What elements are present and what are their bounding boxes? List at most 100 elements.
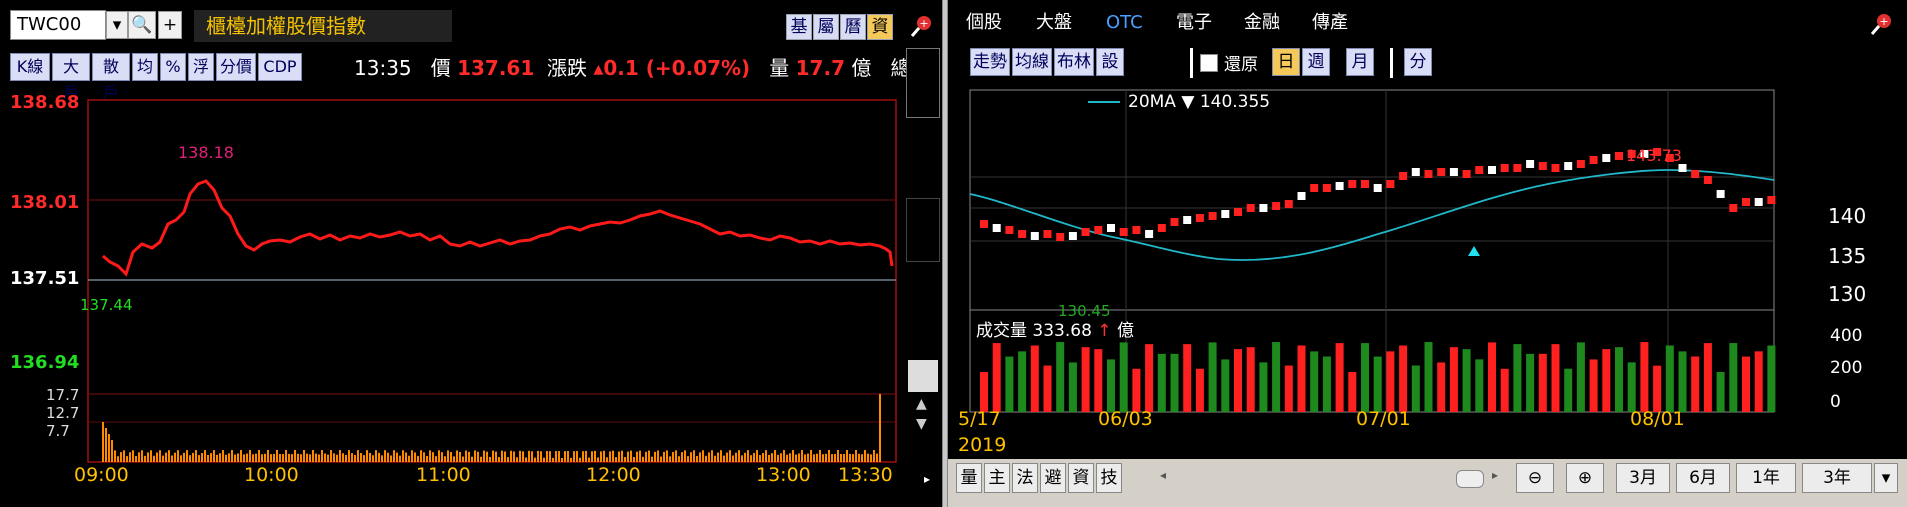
cdp-button[interactable]: CDP [258,53,302,81]
volume-bar [414,452,416,462]
volume-bar [375,450,377,462]
tab-otc[interactable]: OTC [1106,8,1143,38]
tag-button-attr[interactable]: 屬 [813,14,839,40]
candle [1551,164,1560,172]
symbol-dropdown-button[interactable]: ▾ [106,11,128,39]
bottom-main-button[interactable]: 主 [984,463,1010,493]
bottom-tech-button[interactable]: 技 [1096,463,1122,493]
scroll-left-icon[interactable]: ◂ [1160,468,1166,482]
candle [1068,232,1077,240]
scroll-track-mid[interactable] [906,198,940,262]
volume-bar [696,455,698,462]
average-button[interactable]: 均 [132,53,158,81]
big-trader-button[interactable]: 大戶 [52,53,90,102]
volume-bar [186,450,188,462]
restore-checkbox[interactable] [1200,54,1218,72]
volume-bar [516,457,518,462]
daily-volume-bar [1564,368,1573,412]
scroll-up-icon[interactable]: ▲ [916,396,927,412]
daily-volume-bar [1703,343,1712,412]
pin-icon-right[interactable]: + [1868,10,1896,38]
range-6m-button[interactable]: 6月 [1676,463,1730,493]
range-3y-button[interactable]: 3年 [1802,463,1872,493]
x-label-1200: 12:00 [586,464,641,486]
volume-bar [267,450,269,462]
volume-bar [768,454,770,462]
volume-bar [432,452,434,462]
volume-bar [471,456,473,462]
volume-legend-label: 成交量 [976,321,1027,341]
candle [1513,164,1522,172]
scroll-thumb[interactable] [908,360,938,392]
search-icon[interactable]: 🔍 [128,11,156,39]
bottom-margin-button[interactable]: 資 [1068,463,1094,493]
bottom-volume-button[interactable]: 量 [956,463,982,493]
percent-button[interactable]: % [160,53,186,81]
daily-volume-bar [1640,342,1649,412]
scroll-down-icon[interactable]: ▼ [916,416,927,432]
year-label: 2019 [958,434,1007,456]
daily-volume-bar [1272,342,1281,412]
x-label-1100: 11:00 [416,464,471,486]
volume-bar [678,456,680,462]
range-1y-button[interactable]: 1年 [1736,463,1796,493]
tab-traditional[interactable]: 傳產 [1312,8,1348,38]
pin-icon[interactable]: + [908,12,936,40]
period-day-button[interactable]: 日 [1272,48,1300,76]
bottom-legal-button[interactable]: 法 [1012,463,1038,493]
scroll-right-icon[interactable]: ▸ [1492,468,1498,482]
range-dropdown-button[interactable]: ▾ [1874,463,1898,493]
tab-finance[interactable]: 金融 [1244,8,1280,38]
kline-button[interactable]: K線 [10,53,50,81]
volume-bar [747,450,749,462]
volume-bar [312,450,314,462]
volume-bar [477,451,479,462]
bollinger-button[interactable]: 布林 [1054,48,1094,76]
candle [1373,184,1382,192]
volume-bar [663,451,665,462]
tag-button-basic[interactable]: 基 [786,14,812,40]
tab-electronics[interactable]: 電子 [1176,8,1212,38]
minute-button[interactable]: 分 [1404,48,1432,76]
scroll-track-top[interactable] [906,48,940,118]
add-icon[interactable]: + [158,11,182,39]
volume-bar [546,450,548,462]
period-month-button[interactable]: 月 [1346,48,1374,76]
period-week-button[interactable]: 週 [1302,48,1330,76]
volume-bar [558,451,560,462]
tab-stock[interactable]: 個股 [966,8,1002,38]
volume-bar [618,451,620,462]
volume-bar [423,452,425,462]
volume-bar [633,456,635,462]
daily-volume-bar [1602,349,1611,412]
candle [1703,176,1712,184]
x-label-1330: 13:30 [838,464,893,486]
bottom-hedge-button[interactable]: 避 [1040,463,1066,493]
zoom-out-icon[interactable]: ⊖ [1516,463,1554,493]
retail-button[interactable]: 散戶 [92,53,130,102]
tag-button-info[interactable]: 資 [867,14,893,40]
volume-bar [813,454,815,462]
zoom-in-icon[interactable]: ⊕ [1566,463,1604,493]
float-button[interactable]: 浮 [188,53,214,81]
volume-bar [408,455,410,462]
range-3m-button[interactable]: 3月 [1616,463,1670,493]
volume-bar [624,457,626,462]
settings-button[interactable]: 設 [1096,48,1124,76]
symbol-input[interactable]: TWC00 [10,10,106,40]
price-distribution-button[interactable]: 分價 [216,53,256,81]
tab-market[interactable]: 大盤 [1036,8,1072,38]
volume-bar [165,452,167,462]
candle [1056,233,1065,241]
volume-bar [336,454,338,462]
ma-button[interactable]: 均線 [1012,48,1052,76]
volume-bar [303,450,305,462]
volume-bar [126,456,128,462]
scroll-thumb-horizontal[interactable] [1456,470,1484,488]
candle [1107,224,1115,232]
x-label-1300: 13:00 [756,464,811,486]
expand-right-icon[interactable]: ▸ [924,472,930,486]
tag-button-calendar[interactable]: 曆 [840,14,866,40]
volume-bar [168,450,170,462]
trend-button[interactable]: 走勢 [970,48,1010,76]
